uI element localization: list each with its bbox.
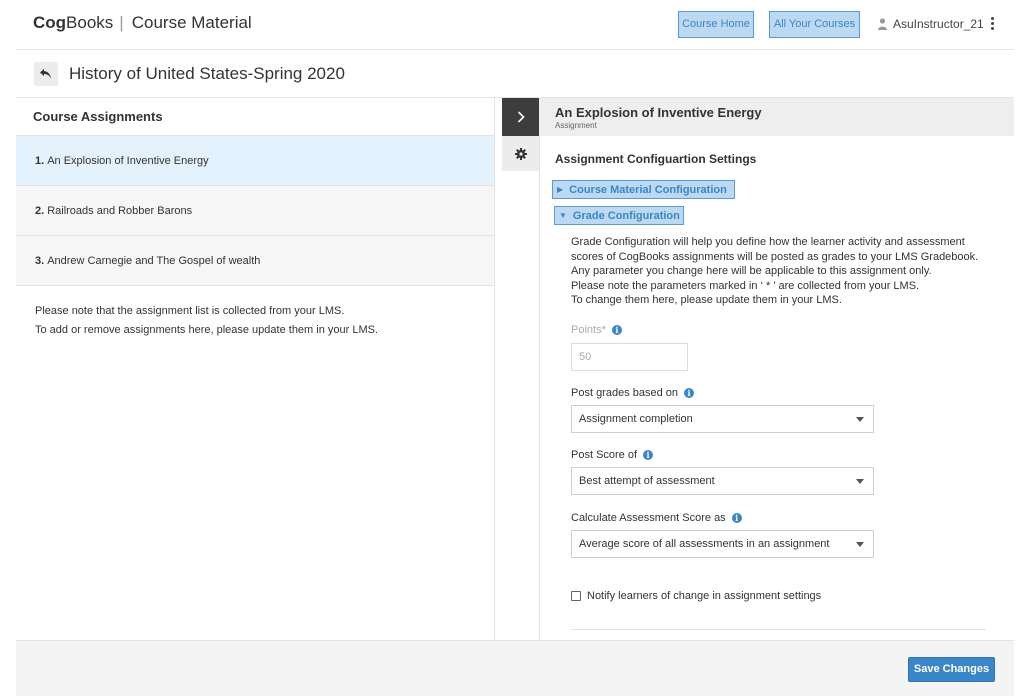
points-label-text: Points* [571,324,606,336]
lms-note: Please note that the assignment list is … [16,286,494,340]
chevron-down-icon [856,542,864,547]
assignment-label: An Explosion of Inventive Energy [47,154,209,167]
settings-tab-button[interactable] [502,136,539,171]
app-brand[interactable]: CogBooks | Course Material [33,13,252,33]
description-line: Please note the parameters marked in ‘ *… [571,279,920,292]
footer-bar: Save Changes [16,640,1014,696]
gear-icon [514,147,527,160]
all-courses-link[interactable]: All Your Courses [769,11,860,38]
post-grades-value: Assignment completion [579,413,693,425]
lms-note-line: Please note that the assignment list is … [35,305,345,317]
assignment-number: 3. [35,254,45,267]
post-score-label-text: Post Score of [571,449,638,461]
assignment-label: Railroads and Robber Barons [47,204,193,217]
course-title: History of United States-Spring 2020 [69,64,345,83]
back-arrow-icon [40,69,51,79]
accordion-label: Course Material Configuration [569,184,727,196]
points-label: Points* i [571,324,622,336]
calc-score-select[interactable]: Average score of all assessments in an a… [571,530,874,558]
post-score-value: Best attempt of assessment [579,475,715,487]
info-icon[interactable]: i [731,513,742,523]
description-line: scores of CogBooks assignments will be p… [571,250,979,263]
info-icon[interactable]: i [611,325,622,335]
accordion-label: Grade Configuration [572,210,680,222]
top-header: CogBooks | Course Material Course Home All… [16,0,1014,50]
course-home-link[interactable]: Course Home [678,11,754,38]
assignment-label: Andrew Carnegie and The Gospel of wealth [47,254,261,267]
calc-score-value: Average score of all assessments in an a… [579,538,830,550]
grade-config-description: Grade Configuration will help you define… [571,235,991,308]
save-changes-button[interactable]: Save Changes [908,657,995,682]
section-divider [571,629,986,630]
assignment-item[interactable]: 1. An Explosion of Inventive Energy [16,136,494,186]
assignments-panel: Course Assignments 1. An Explosion of In… [16,98,495,640]
brand-rest: Books [66,13,114,32]
assignment-number: 1. [35,154,45,167]
course-title-bar: History of United States-Spring 2020 [16,51,1014,98]
notify-learners-label: Notify learners of change in assignment … [587,590,822,602]
kebab-menu-icon[interactable] [989,17,995,33]
calc-score-label: Calculate Assessment Score as i [571,512,742,524]
post-score-select[interactable]: Best attempt of assessment [571,467,874,495]
post-grades-select[interactable]: Assignment completion [571,405,874,433]
brand-separator: | [119,13,124,32]
section-name: Course Material [131,13,252,32]
points-input[interactable] [571,343,688,371]
chevron-down-icon [856,479,864,484]
expand-panel-button[interactable] [502,98,539,136]
caret-down-icon: ▼ [559,211,567,220]
assignment-detail-header: An Explosion of Inventive Energy Assignm… [539,98,1014,136]
user-icon [878,18,887,30]
brand-bold: Cog [33,13,67,32]
notify-learners-checkbox[interactable] [571,591,581,601]
assignment-detail-subtitle: Assignment [555,121,597,130]
back-button[interactable] [34,62,58,86]
grade-config-toggle[interactable]: ▼ Grade Configuration [554,206,684,225]
post-grades-label: Post grades based on i [571,387,695,399]
info-icon[interactable]: i [684,388,695,398]
description-line: Any parameter you change here will be ap… [571,265,932,278]
info-icon[interactable]: i [643,450,654,460]
assignment-item[interactable]: 3. Andrew Carnegie and The Gospel of wea… [16,236,494,286]
assignments-heading: Course Assignments [16,98,494,136]
chevron-down-icon [856,417,864,422]
panel-divider [539,136,540,640]
notify-learners-option[interactable]: Notify learners of change in assignment … [571,590,821,602]
assignment-item[interactable]: 2. Railroads and Robber Barons [16,186,494,236]
calc-score-label-text: Calculate Assessment Score as [571,512,726,524]
description-line: To change them here, please update them … [571,294,842,307]
assignment-detail-title: An Explosion of Inventive Energy [555,105,762,120]
settings-heading: Assignment Configuartion Settings [555,152,757,166]
post-grades-label-text: Post grades based on [571,387,679,399]
course-material-config-toggle[interactable]: ▶ Course Material Configuration [552,180,735,199]
user-name[interactable]: AsuInstructor_21 [893,17,984,31]
assignment-number: 2. [35,204,45,217]
post-score-label: Post Score of i [571,449,654,461]
description-line: Grade Configuration will help you define… [571,236,965,248]
lms-note-line: To add or remove assignments here, pleas… [35,324,379,336]
caret-right-icon: ▶ [557,185,564,194]
chevron-right-icon [517,111,525,123]
